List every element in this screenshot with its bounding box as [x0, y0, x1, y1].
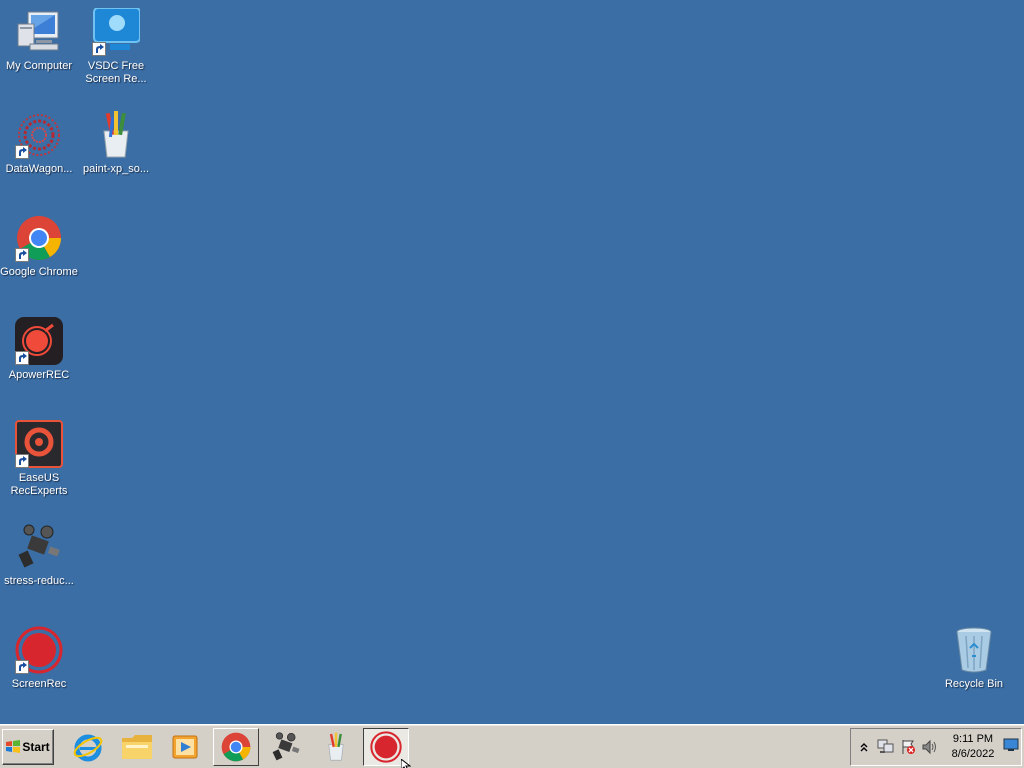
show-desktop-icon[interactable]	[1003, 738, 1019, 754]
action-center-icon[interactable]	[897, 736, 919, 758]
desktop-icon-screenrec[interactable]: ScreenRec	[0, 626, 78, 691]
desktop-icon-label: VSDC Free Screen Re...	[85, 60, 147, 85]
apowerrec-icon	[15, 317, 63, 365]
easeus-icon	[15, 420, 63, 468]
shortcut-arrow-icon	[15, 248, 29, 262]
desktop-icon-google-chrome[interactable]: Google Chrome	[0, 214, 78, 279]
desktop-icon-label: EaseUS RecExperts	[10, 472, 68, 497]
desktop-icon-stress-reduc[interactable]: stress-reduc...	[0, 523, 78, 588]
shortcut-arrow-icon	[15, 454, 29, 468]
paint-icon	[92, 111, 140, 159]
desktop-icon-label: paint-xp_so...	[82, 163, 150, 175]
internet-explorer-icon	[73, 734, 103, 762]
desktop-icon-label: stress-reduc...	[4, 575, 74, 587]
desktop-icon-paint[interactable]: paint-xp_so...	[77, 111, 155, 176]
file-explorer-icon	[122, 735, 152, 759]
taskbar-button-media-player[interactable]	[162, 728, 208, 766]
camera-icon	[15, 523, 63, 571]
desktop-icon-label: Google Chrome	[0, 266, 78, 278]
volume-icon[interactable]	[919, 736, 941, 758]
clock-time: 9:11 PM	[952, 733, 994, 745]
chrome-icon	[221, 732, 251, 762]
screenrec-icon	[15, 626, 63, 674]
shortcut-arrow-icon	[15, 145, 29, 159]
start-button[interactable]: Start	[2, 729, 54, 765]
taskbar-button-file-explorer[interactable]	[114, 728, 160, 766]
datawagon-icon	[15, 111, 63, 159]
desktop[interactable]: My Computer VSDC Free Screen Re... DataW…	[0, 0, 1024, 724]
taskbar-button-stress-reduc[interactable]	[263, 728, 309, 766]
taskbar-button-paint[interactable]	[313, 728, 359, 766]
desktop-icon-label: DataWagon...	[5, 163, 73, 175]
desktop-icon-datawagon[interactable]: DataWagon...	[0, 111, 78, 176]
desktop-icon-label: ApowerREC	[8, 369, 70, 381]
chrome-icon	[15, 214, 63, 262]
desktop-icon-label: Recycle Bin	[944, 678, 1004, 690]
desktop-icon-vsdc[interactable]: VSDC Free Screen Re...	[77, 8, 155, 86]
network-icon[interactable]	[875, 736, 897, 758]
taskbar: Start 9:11 PM 8/6/2022	[0, 724, 1024, 768]
camera-icon	[272, 732, 300, 761]
desktop-icon-apowerrec[interactable]: ApowerREC	[0, 317, 78, 382]
shortcut-arrow-icon	[92, 42, 106, 56]
desktop-icon-label: My Computer	[5, 60, 73, 72]
media-player-icon	[172, 735, 198, 759]
system-tray: 9:11 PM 8/6/2022	[850, 728, 1022, 766]
desktop-icon-recycle-bin[interactable]: Recycle Bin	[935, 626, 1013, 691]
mouse-cursor-icon	[401, 759, 411, 768]
my-computer-icon	[15, 8, 63, 56]
start-label: Start	[22, 740, 50, 754]
clock-date: 8/6/2022	[951, 748, 995, 760]
recycle-bin-icon	[950, 626, 998, 674]
paint-icon	[328, 732, 344, 761]
windows-logo-icon	[6, 740, 21, 753]
screenrec-icon	[370, 731, 402, 763]
desktop-icon-my-computer[interactable]: My Computer	[0, 8, 78, 73]
taskbar-button-chrome[interactable]	[213, 728, 259, 766]
shortcut-arrow-icon	[15, 351, 29, 365]
clock[interactable]: 9:11 PM 8/6/2022	[945, 732, 1001, 762]
taskbar-button-internet-explorer[interactable]	[65, 728, 111, 766]
desktop-icon-easeus-recexperts[interactable]: EaseUS RecExperts	[0, 420, 78, 498]
desktop-icon-label: ScreenRec	[11, 678, 67, 690]
vsdc-icon	[92, 8, 140, 56]
shortcut-arrow-icon	[15, 660, 29, 674]
chevron-up-icon[interactable]	[853, 736, 875, 758]
